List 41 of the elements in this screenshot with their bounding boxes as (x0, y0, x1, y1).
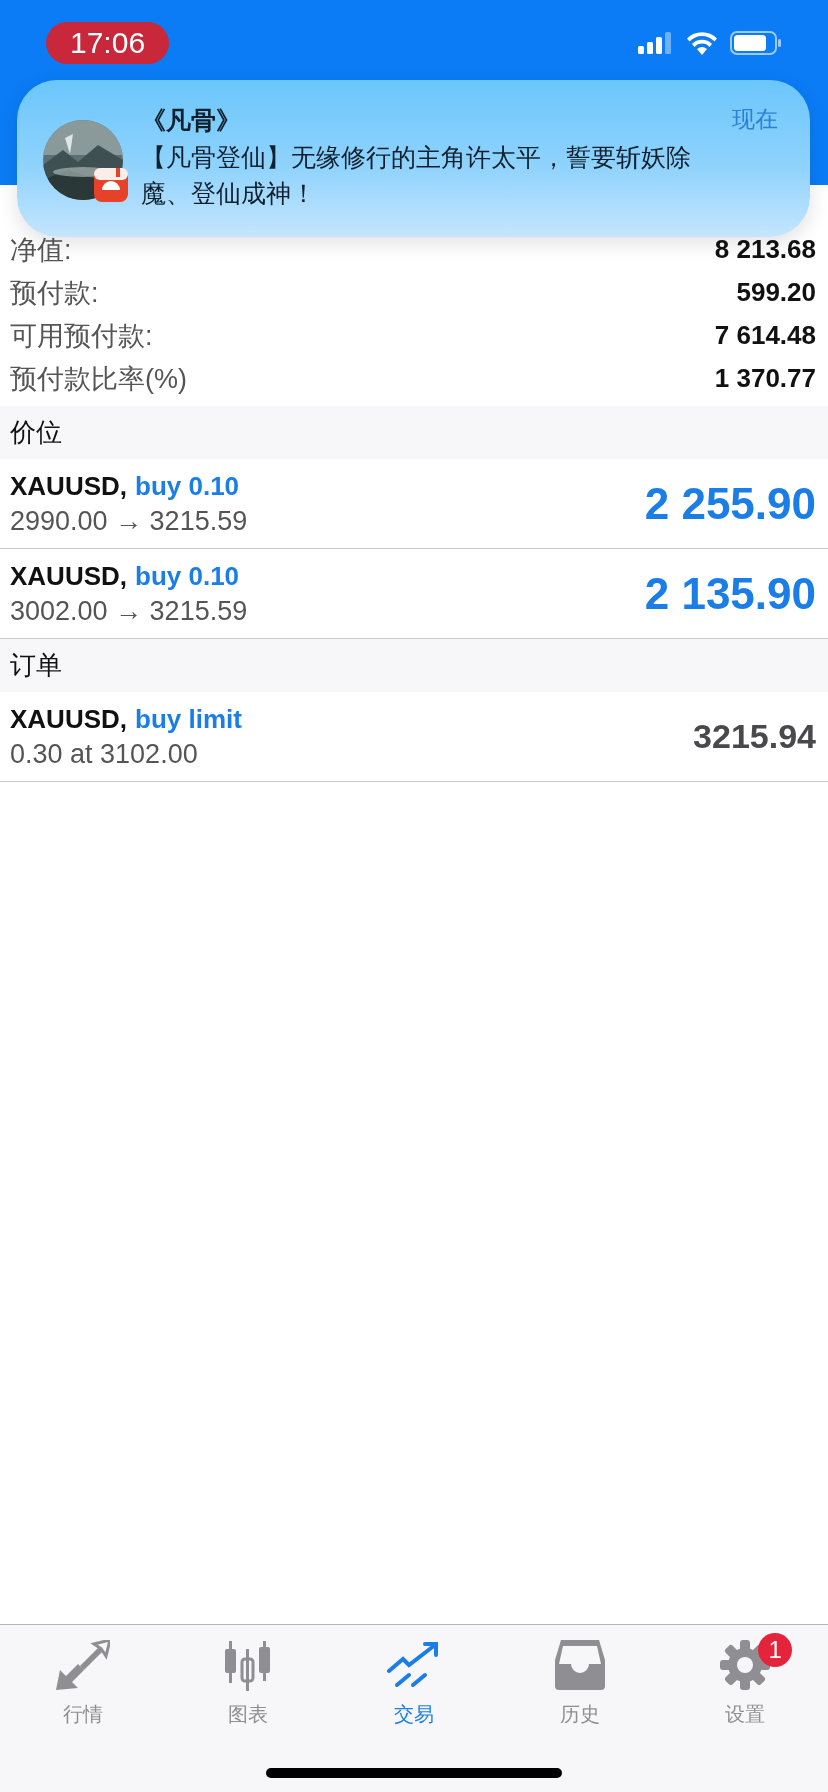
summary-value: 7 614.48 (714, 320, 816, 351)
signal-icon (638, 32, 674, 54)
section-header: 订单 (0, 639, 828, 692)
trade-amount: 2 255.90 (644, 478, 816, 529)
price-detail: 0.30 at 3102.00 (10, 738, 199, 770)
trade-action: buy 0.10 (135, 470, 240, 502)
notification-message: 【凡骨登仙】无缘修行的主角许太平，誓要斩妖除魔、登仙成神！ (141, 142, 692, 209)
trend-arrow-icon (387, 1641, 441, 1689)
trade-action: buy limit (135, 703, 242, 735)
arrows-icon (55, 1640, 110, 1690)
price-detail: 3002.00 → 3215.59 (10, 595, 248, 627)
tab-item[interactable]: 历史 (496, 1629, 663, 1732)
wifi-icon (686, 31, 718, 55)
summary-value: 1 370.77 (714, 363, 816, 394)
symbol-label: XAUUSD, (10, 703, 127, 735)
trade-amount: 3215.94 (693, 717, 816, 756)
tab-item[interactable]: 1 设置 (662, 1629, 828, 1732)
notification-badge: 1 (758, 1633, 793, 1667)
trade-row[interactable]: XAUUSD, buy limit 0.30 at 3102.00 3215.94 (0, 692, 828, 782)
summary-label: 预付款: (10, 276, 99, 310)
inbox-icon (554, 1640, 605, 1690)
notification-banner[interactable]: 《凡骨》 现在 【凡骨登仙】无缘修行的主角许太平，誓要斩妖除魔、登仙成神！ (17, 80, 810, 237)
summary-value: 599.20 (736, 277, 816, 308)
tab-item[interactable]: 行情 (0, 1629, 166, 1732)
trade-row[interactable]: XAUUSD, buy 0.10 2990.00 → 3215.59 2 255.90 (0, 459, 828, 549)
notification-time: 现在 (732, 105, 778, 134)
status-time: 17:06 (46, 22, 170, 64)
battery-icon (730, 31, 782, 55)
notification-title: 《凡骨》 (141, 105, 241, 136)
section-header: 价位 (0, 406, 828, 459)
tab-item[interactable]: 图表 (165, 1629, 332, 1732)
trade-action: buy 0.10 (135, 560, 240, 592)
trade-amount: 2 135.90 (644, 568, 816, 619)
app-icon (94, 168, 128, 202)
symbol-label: XAUUSD, (10, 470, 127, 502)
summary-label: 可用预付款: (10, 319, 153, 353)
summary-value: 8 213.68 (714, 234, 816, 265)
symbol-label: XAUUSD, (10, 560, 127, 592)
tab-item[interactable]: 交易 (331, 1629, 497, 1732)
summary-label: 预付款比率(%) (10, 362, 187, 396)
price-detail: 2990.00 → 3215.59 (10, 505, 248, 537)
